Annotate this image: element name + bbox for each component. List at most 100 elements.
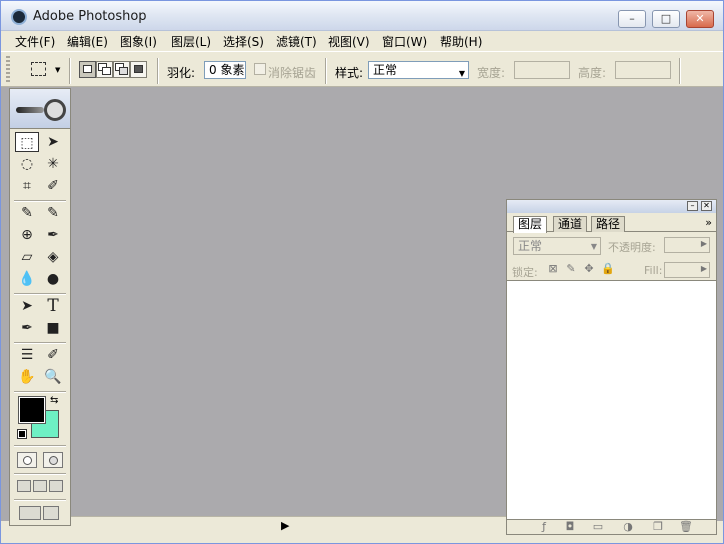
maximize-button[interactable]: □ [652, 10, 680, 28]
eraser-tool-icon[interactable]: ▱ [15, 247, 39, 267]
default-colors-icon[interactable] [17, 429, 27, 439]
minimize-icon: – [629, 12, 635, 25]
paint-bucket-tool-icon[interactable]: ◈ [41, 247, 65, 267]
chevron-down-icon: ▼ [590, 242, 597, 251]
brush-tool-icon[interactable]: ✎ [41, 203, 65, 223]
antialias-label: 消除锯齿 [268, 66, 317, 80]
foreground-color-swatch[interactable] [18, 396, 46, 424]
opacity-label: 不透明度: [608, 241, 656, 254]
swap-colors-icon[interactable]: ⇆ [50, 395, 58, 406]
blur-tool-icon[interactable]: 💧 [15, 269, 39, 289]
toolbox-separator [14, 293, 66, 294]
adjustment-layer-icon[interactable]: ◑ [621, 521, 635, 533]
palette-minimize-icon[interactable]: – [687, 201, 698, 211]
tool-preset-marquee-icon[interactable] [31, 62, 46, 76]
shape-tool-icon[interactable]: ■ [41, 318, 65, 338]
full-screen-menu-icon[interactable] [33, 480, 47, 492]
marquee-tool-icon[interactable]: ⬚ [15, 132, 39, 152]
palette-title-bar[interactable]: – ✕ [507, 200, 716, 213]
width-input[interactable] [514, 61, 570, 79]
toolbox-separator [14, 200, 66, 201]
path-select-tool-icon[interactable]: ➤ [15, 296, 39, 316]
zoom-tool-icon[interactable]: 🔍 [41, 367, 65, 387]
tool-preset-dropdown-icon[interactable]: ▼ [55, 66, 60, 74]
menu-layer[interactable]: 图层(L) [171, 33, 211, 50]
jump-to-imageready-icon[interactable] [19, 506, 41, 520]
intersect-selection-icon [134, 65, 143, 73]
status-bar: ▶ [71, 516, 506, 534]
close-button[interactable]: ✕ [686, 10, 714, 28]
menu-view[interactable]: 视图(V) [328, 33, 370, 50]
menu-window[interactable]: 窗口(W) [382, 33, 427, 50]
title-bar[interactable]: Adobe Photoshop – □ ✕ [1, 1, 723, 31]
feather-input[interactable]: 0 象素 [204, 61, 246, 79]
standard-screen-icon[interactable] [17, 480, 31, 492]
close-icon: ✕ [695, 12, 705, 25]
menu-image[interactable]: 图象(I) [120, 33, 157, 50]
tab-paths[interactable]: 路径 [591, 216, 626, 232]
hand-tool-icon[interactable]: ✋ [15, 367, 39, 387]
menu-select[interactable]: 选择(S) [223, 33, 264, 50]
lock-all-icon[interactable]: 🔒 [601, 263, 615, 275]
fill-input[interactable]: ▶ [664, 262, 710, 278]
move-tool-icon[interactable]: ➤ [41, 132, 65, 152]
eyedropper-tool-icon[interactable]: ✐ [41, 345, 65, 365]
separator [325, 58, 326, 84]
intersect-selection-button[interactable] [130, 61, 147, 78]
palette-menu-icon[interactable]: » [705, 216, 712, 229]
full-screen-icon[interactable] [49, 480, 63, 492]
style-label: 样式: [335, 66, 364, 80]
menu-file[interactable]: 文件(F) [15, 33, 55, 50]
healing-brush-tool-icon[interactable]: ✎ [15, 203, 39, 223]
slice-tool-icon[interactable]: ✐ [41, 176, 65, 196]
history-brush-tool-icon[interactable]: ✒ [41, 225, 65, 245]
add-mask-icon[interactable]: ◘ [563, 521, 577, 533]
crop-tool-icon[interactable]: ⌗ [15, 176, 39, 196]
style-select[interactable]: 正常 ▼ [368, 61, 469, 79]
new-layer-icon[interactable]: ❐ [651, 521, 665, 533]
standard-mode-icon[interactable] [17, 452, 37, 468]
add-selection-button[interactable] [96, 61, 113, 78]
dodge-tool-icon[interactable]: ● [41, 269, 65, 289]
type-tool-icon[interactable]: T [41, 296, 65, 316]
play-arrow-icon[interactable]: ▶ [281, 519, 289, 532]
menu-filter[interactable]: 滤镜(T) [276, 33, 317, 50]
tab-channels[interactable]: 通道 [553, 216, 588, 232]
opacity-input[interactable]: ▶ [664, 237, 710, 253]
chevron-down-icon: ▼ [458, 69, 465, 78]
antialias-checkbox[interactable] [254, 63, 266, 75]
subtract-selection-button[interactable] [113, 61, 130, 78]
minimize-button[interactable]: – [618, 10, 646, 28]
window-title: Adobe Photoshop [33, 9, 147, 24]
separator [69, 58, 70, 84]
lock-transparency-icon[interactable]: ⊠ [547, 263, 559, 275]
blend-mode-value: 正常 [518, 239, 543, 253]
layer-style-icon[interactable]: ƒ [537, 521, 551, 533]
new-set-icon[interactable]: ▭ [591, 521, 605, 533]
new-selection-button[interactable] [79, 61, 96, 78]
quick-mask-mode-icon[interactable] [43, 452, 63, 468]
options-bar: ▼ 羽化: 0 象素 消除锯齿 样式: 正常 ▼ 宽度: 高度: [1, 51, 723, 87]
menu-help[interactable]: 帮助(H) [440, 33, 482, 50]
height-label: 高度: [578, 66, 607, 80]
clone-stamp-tool-icon[interactable]: ⊕ [15, 225, 39, 245]
toolbox-separator [14, 342, 66, 343]
palette-close-icon[interactable]: ✕ [701, 201, 712, 211]
magic-wand-tool-icon[interactable]: ✳ [41, 154, 65, 174]
tab-layers[interactable]: 图层 [513, 216, 548, 233]
toolbox-header[interactable] [10, 89, 70, 129]
lock-image-icon[interactable]: ✎ [565, 263, 577, 275]
pen-tool-icon[interactable]: ✒ [15, 318, 39, 338]
options-bar-grip[interactable] [6, 56, 10, 84]
imageready-eye-icon[interactable] [43, 506, 59, 520]
lasso-tool-icon[interactable]: ◌ [15, 154, 39, 174]
height-input[interactable] [615, 61, 671, 79]
trash-icon[interactable]: 🗑 [679, 521, 693, 533]
style-select-value: 正常 [373, 63, 398, 77]
blend-mode-select[interactable]: 正常 ▼ [513, 237, 601, 255]
toolbox-separator [14, 445, 66, 446]
notes-tool-icon[interactable]: ☰ [15, 345, 39, 365]
menu-edit[interactable]: 编辑(E) [67, 33, 108, 50]
lock-label: 锁定: [512, 266, 538, 279]
lock-position-icon[interactable]: ✥ [583, 263, 595, 275]
